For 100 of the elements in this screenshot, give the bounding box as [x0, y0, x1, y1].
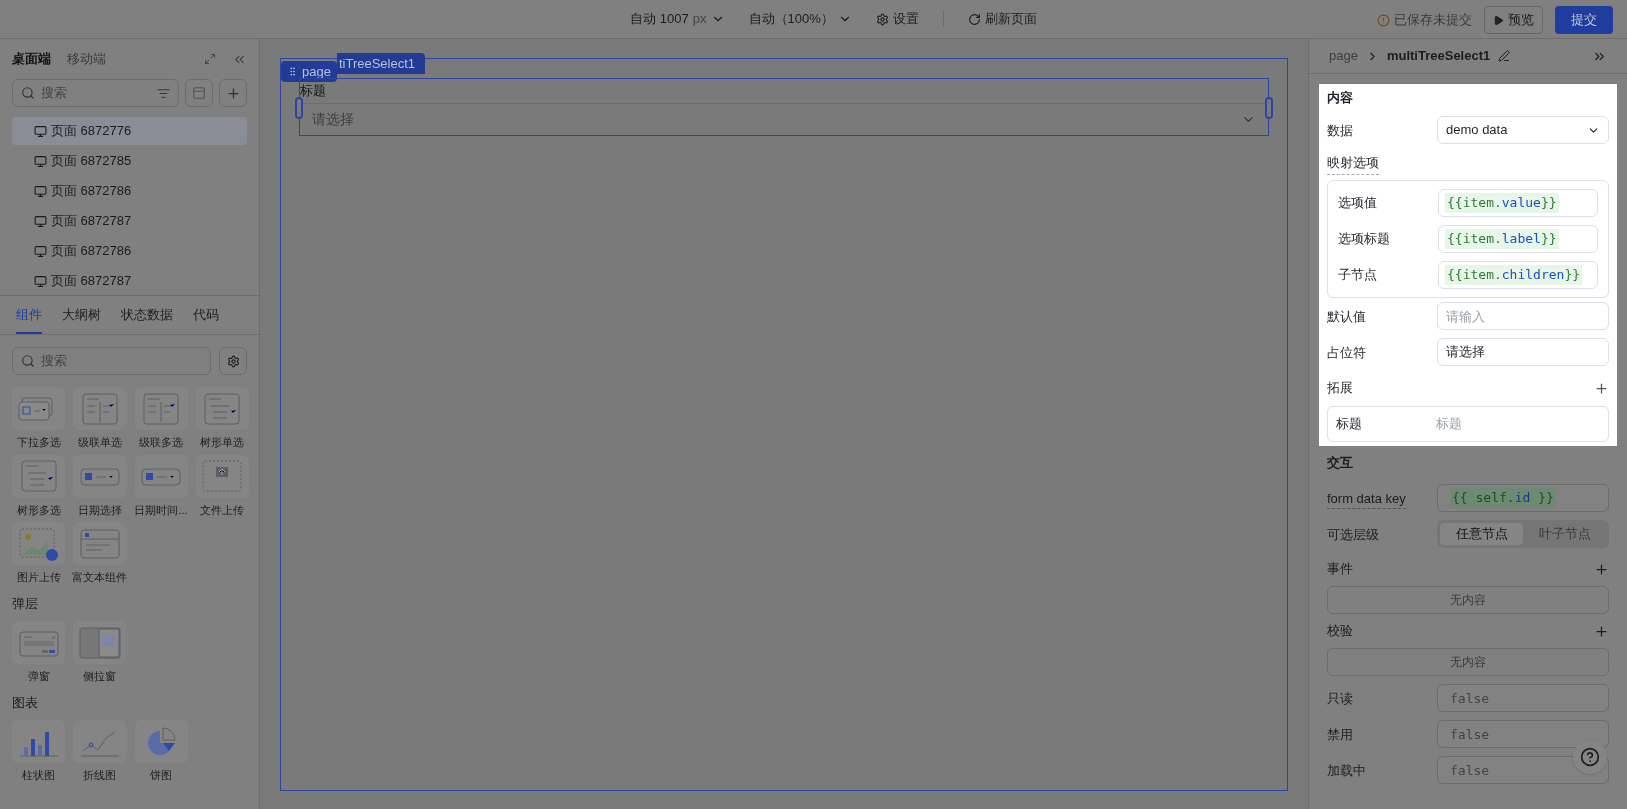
- add-icon[interactable]: [1594, 380, 1609, 396]
- panel-tab[interactable]: 组件: [16, 304, 42, 334]
- expression-text: {{ self.id }}: [1450, 488, 1556, 508]
- layout-icon: [192, 86, 206, 100]
- expression-text: {{item.value}}: [1445, 193, 1559, 213]
- edit-icon[interactable]: [1498, 50, 1511, 62]
- section-title: 校验: [1327, 622, 1353, 641]
- component-label: 侧拉窗: [83, 669, 117, 684]
- settings-icon: [875, 12, 889, 26]
- data-select[interactable]: demo data: [1437, 116, 1609, 144]
- platform-tab[interactable]: 移动端: [67, 49, 106, 69]
- component-label: 饼图: [150, 768, 172, 783]
- select-placeholder: 请选择: [312, 110, 354, 129]
- field-label: 选项值: [1338, 194, 1378, 213]
- group-title: 弹层: [12, 594, 39, 613]
- submit-button[interactable]: 提交: [1555, 6, 1613, 34]
- page-list-item[interactable]: 页面 6872786: [12, 237, 247, 265]
- component-label: 树形单选: [200, 435, 245, 450]
- component-label: 富文本组件: [72, 570, 128, 585]
- panel-tab[interactable]: 大纲树: [62, 304, 101, 334]
- component-search-field[interactable]: 搜索: [12, 347, 211, 375]
- settings-button[interactable]: 设置: [875, 9, 919, 29]
- width-value: 自动 1007: [630, 10, 689, 29]
- extension-row[interactable]: 标题 标题: [1327, 406, 1609, 442]
- component-tag[interactable]: tiTreeSelect1: [336, 53, 426, 74]
- field-label: 默认值: [1327, 309, 1366, 324]
- flag-field[interactable]: false: [1437, 684, 1609, 712]
- zoom-select[interactable]: 自动（100%）: [748, 9, 852, 29]
- monitor-icon: [34, 274, 47, 288]
- monitor-icon: [34, 244, 47, 258]
- form-key-field[interactable]: {{ self.id }}: [1437, 484, 1609, 512]
- add-icon[interactable]: [1594, 623, 1609, 639]
- component-label: 折线图: [83, 768, 117, 783]
- field-label: 只读: [1327, 691, 1353, 706]
- resize-handle[interactable]: [295, 97, 303, 119]
- page-list-item[interactable]: 页面 6872787: [12, 207, 247, 235]
- group-title: 图表: [12, 693, 39, 712]
- default-value-field[interactable]: 请输入: [1437, 302, 1609, 330]
- resize-handle[interactable]: [1265, 97, 1273, 119]
- field-label: form data key: [1327, 491, 1406, 509]
- level-option[interactable]: 任意节点: [1440, 523, 1523, 545]
- placeholder-setting-field[interactable]: 请选择: [1437, 338, 1609, 366]
- add-icon[interactable]: [1594, 561, 1609, 577]
- monitor-icon: [34, 184, 47, 198]
- component-label: 下拉多选: [16, 435, 61, 450]
- flag-field[interactable]: false: [1437, 756, 1609, 784]
- field-label: 标题: [300, 82, 327, 100]
- search-input[interactable]: 搜索: [41, 351, 202, 371]
- field-label: 可选层级: [1327, 527, 1379, 542]
- expand-icon[interactable]: [204, 53, 216, 65]
- panel-tab[interactable]: 状态数据: [121, 304, 173, 334]
- component-label: 图片上传: [16, 570, 61, 585]
- monitor-icon: [34, 154, 47, 168]
- component-label: 日期时间...: [134, 502, 188, 518]
- component-label: 级联多选: [139, 435, 183, 450]
- section-title: 事件: [1327, 560, 1353, 579]
- empty-state: 无内容: [1327, 586, 1609, 614]
- breadcrumb-current: multiTreeSelect1: [1386, 47, 1491, 66]
- field-label: 标题: [1336, 415, 1363, 434]
- flag-field[interactable]: false: [1437, 720, 1609, 748]
- search-icon: [21, 86, 35, 100]
- page-list-item[interactable]: 页面 6872787: [12, 267, 247, 295]
- filter-icon[interactable]: [157, 86, 170, 100]
- width-unit: px: [692, 10, 707, 29]
- play-icon: [1493, 14, 1504, 26]
- component-label: 文件上传: [200, 502, 245, 518]
- monitor-icon: [34, 124, 47, 138]
- search-icon: [21, 354, 35, 368]
- page-list-item[interactable]: 页面 6872785: [12, 147, 247, 175]
- expression-field[interactable]: {{item.value}}: [1438, 189, 1598, 217]
- field-label: 禁用: [1327, 727, 1353, 742]
- add-page-button[interactable]: [219, 79, 247, 107]
- expression-text: {{item.children}}: [1445, 265, 1583, 285]
- expression-field[interactable]: {{item.children}}: [1438, 261, 1598, 289]
- page-list-item[interactable]: 页面 6872776: [12, 117, 247, 145]
- component-label: 弹窗: [27, 669, 50, 684]
- level-option[interactable]: 叶子节点: [1523, 523, 1606, 545]
- field-label: 映射选项: [1327, 152, 1379, 176]
- page-search-field[interactable]: 搜索: [12, 79, 179, 107]
- field-label: 占位符: [1327, 345, 1366, 360]
- component-label: 柱状图: [22, 768, 55, 783]
- expression-text: {{item.label}}: [1445, 229, 1559, 249]
- page-list-item[interactable]: 页面 6872786: [12, 177, 247, 205]
- expression-field[interactable]: {{item.label}}: [1438, 225, 1598, 253]
- settings-button[interactable]: [219, 347, 247, 375]
- refresh-icon: [967, 12, 981, 26]
- component-label: 级联单选: [77, 435, 122, 450]
- field-label: 加载中: [1327, 763, 1366, 778]
- component-label: 日期选择: [77, 502, 122, 518]
- breadcrumb-link[interactable]: page: [1329, 46, 1358, 66]
- empty-state: 无内容: [1327, 648, 1609, 676]
- refresh-button[interactable]: 刷新页面: [967, 9, 1037, 29]
- monitor-icon: [34, 214, 47, 228]
- platform-tab[interactable]: 桌面端: [12, 49, 51, 69]
- drag-handle-icon[interactable]: [287, 66, 298, 77]
- width-select[interactable]: 自动 1007 px: [630, 9, 725, 29]
- search-input[interactable]: 搜索: [41, 83, 151, 103]
- preview-button[interactable]: 预览: [1484, 6, 1543, 34]
- extension-input[interactable]: 标题: [1436, 414, 1600, 434]
- panel-tab[interactable]: 代码: [193, 304, 219, 334]
